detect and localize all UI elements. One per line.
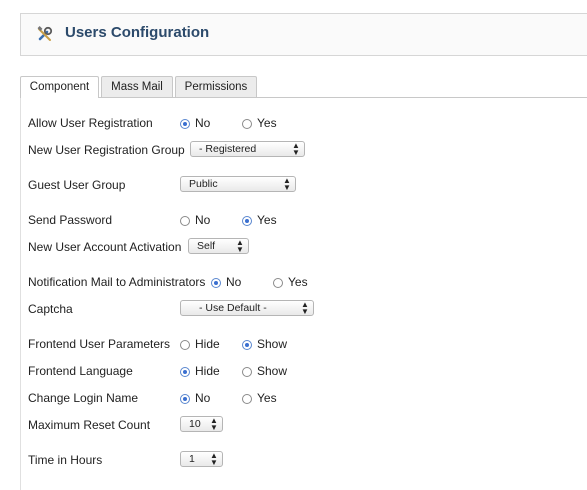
max-reset-label: Maximum Reset Count: [28, 418, 151, 432]
guest-group-label: Guest User Group: [28, 178, 126, 192]
max-reset-select[interactable]: 10 ▲ ▼: [180, 416, 223, 432]
chevron-updown-icon: ▲ ▼: [210, 416, 218, 432]
chevron-updown-icon: ▲ ▼: [236, 238, 244, 254]
allow-registration-label: Allow User Registration: [28, 116, 153, 130]
captcha-label: Captcha: [28, 302, 73, 316]
change-login-no-label: No: [195, 391, 211, 405]
allow-registration-yes-radio[interactable]: [242, 119, 252, 129]
tab-component[interactable]: Component: [20, 76, 99, 98]
send-password-yes-label: Yes: [257, 213, 277, 227]
account-activation-select[interactable]: Self ▲ ▼: [188, 238, 249, 254]
notification-mail-no-radio[interactable]: [211, 278, 221, 288]
account-activation-label: New User Account Activation: [28, 240, 182, 254]
registration-group-select[interactable]: - Registered ▲ ▼: [190, 141, 305, 157]
time-hours-select[interactable]: 1 ▲ ▼: [180, 451, 223, 467]
change-login-yes-label: Yes: [257, 391, 277, 405]
registration-group-value: - Registered: [199, 143, 257, 155]
allow-registration-yes-label: Yes: [257, 116, 277, 130]
send-password-label: Send Password: [28, 213, 113, 227]
tab-permissions[interactable]: Permissions: [175, 76, 257, 97]
chevron-updown-icon: ▲ ▼: [292, 141, 300, 157]
captcha-select[interactable]: - Use Default - ▲ ▼: [180, 300, 314, 316]
guest-group-value: Public: [189, 178, 218, 190]
guest-group-select[interactable]: Public ▲ ▼: [180, 176, 296, 192]
send-password-yes-radio[interactable]: [242, 216, 252, 226]
chevron-updown-icon: ▲ ▼: [301, 300, 309, 316]
notification-mail-yes-radio[interactable]: [273, 278, 283, 288]
frontend-params-hide-label: Hide: [195, 337, 220, 351]
send-password-no-radio[interactable]: [180, 216, 190, 226]
notification-mail-no-label: No: [226, 275, 242, 289]
captcha-value: - Use Default -: [199, 302, 267, 314]
frontend-language-show-label: Show: [257, 364, 288, 378]
chevron-updown-icon: ▲ ▼: [283, 176, 291, 192]
time-hours-label: Time in Hours: [28, 453, 103, 467]
panel-border: [20, 97, 21, 490]
notification-mail-label: Notification Mail to Administrators: [28, 275, 206, 289]
account-activation-value: Self: [197, 240, 216, 252]
tab-mass-mail[interactable]: Mass Mail: [101, 76, 173, 97]
change-login-label: Change Login Name: [28, 391, 139, 405]
allow-registration-no-label: No: [195, 116, 211, 130]
tab-divider: [20, 97, 587, 98]
chevron-updown-icon: ▲ ▼: [210, 451, 218, 467]
time-hours-value: 1: [189, 453, 195, 465]
frontend-language-hide-radio[interactable]: [180, 367, 190, 377]
frontend-params-hide-radio[interactable]: [180, 340, 190, 350]
page-header: Users Configuration: [20, 13, 587, 56]
change-login-yes-radio[interactable]: [242, 394, 252, 404]
frontend-params-label: Frontend User Parameters: [28, 337, 171, 351]
tools-icon: [37, 26, 53, 41]
max-reset-value: 10: [189, 418, 201, 430]
frontend-params-show-radio[interactable]: [242, 340, 252, 350]
frontend-params-show-label: Show: [257, 337, 288, 351]
allow-registration-no-radio[interactable]: [180, 119, 190, 129]
frontend-language-hide-label: Hide: [195, 364, 220, 378]
registration-group-label: New User Registration Group: [28, 143, 185, 157]
frontend-language-show-radio[interactable]: [242, 367, 252, 377]
frontend-language-label: Frontend Language: [28, 364, 133, 378]
change-login-no-radio[interactable]: [180, 394, 190, 404]
page-title: Users Configuration: [65, 24, 210, 41]
notification-mail-yes-label: Yes: [288, 275, 308, 289]
send-password-no-label: No: [195, 213, 211, 227]
